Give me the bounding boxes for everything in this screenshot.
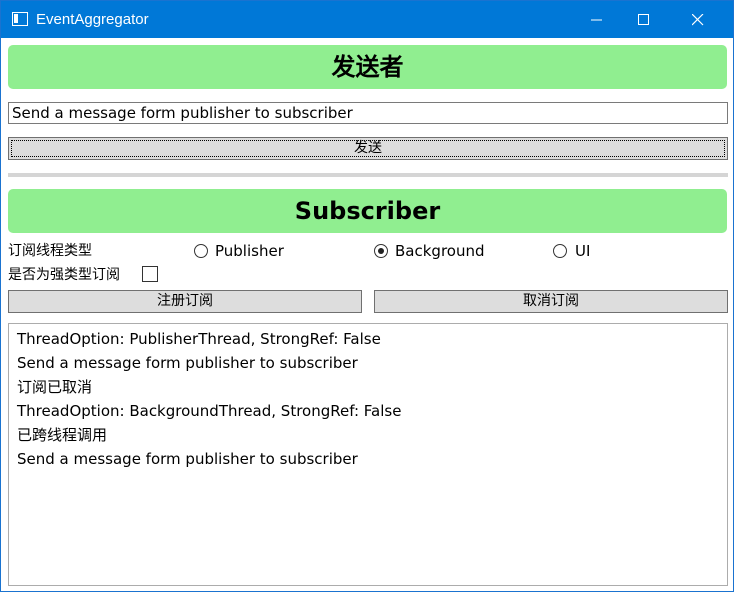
log-line: Send a message form publisher to subscri… (17, 354, 358, 372)
maximize-button[interactable] (621, 1, 667, 38)
maximize-icon (638, 14, 649, 25)
radio-publisher-label[interactable]: Publisher (215, 242, 284, 260)
log-line: 已跨线程调用 (17, 426, 108, 444)
log-line: ThreadOption: BackgroundThread, StrongRe… (17, 402, 402, 420)
thread-type-label: 订阅线程类型 (8, 243, 92, 259)
subscriber-header: Subscriber (8, 189, 727, 233)
title-bar[interactable]: EventAggregator (1, 1, 733, 38)
send-button[interactable]: 发送 (8, 137, 728, 160)
sender-header: 发送者 (8, 45, 727, 89)
radio-ui[interactable] (553, 244, 567, 258)
close-icon (692, 14, 704, 26)
strong-ref-checkbox[interactable] (142, 266, 158, 282)
close-button[interactable] (675, 1, 721, 38)
log-line: ThreadOption: PublisherThread, StrongRef… (17, 330, 381, 348)
log-list[interactable]: ThreadOption: PublisherThread, StrongRef… (8, 323, 728, 586)
minimize-button[interactable] (574, 1, 620, 38)
log-line: Send a message form publisher to subscri… (17, 450, 358, 468)
window-title: EventAggregator (36, 11, 149, 28)
minimize-icon (591, 19, 602, 21)
app-icon (12, 12, 28, 26)
unregister-button[interactable]: 取消订阅 (374, 290, 728, 313)
radio-ui-label[interactable]: UI (575, 242, 590, 260)
section-separator (8, 173, 728, 177)
message-input[interactable] (8, 102, 728, 124)
radio-publisher[interactable] (194, 244, 208, 258)
strong-ref-label: 是否为强类型订阅 (8, 267, 120, 283)
radio-background-label[interactable]: Background (395, 242, 485, 260)
app-window: EventAggregator 发送者 发送 Subscriber 订阅线程类型… (0, 0, 734, 592)
log-line: 订阅已取消 (17, 378, 93, 396)
radio-background[interactable] (374, 244, 388, 258)
register-button[interactable]: 注册订阅 (8, 290, 362, 313)
